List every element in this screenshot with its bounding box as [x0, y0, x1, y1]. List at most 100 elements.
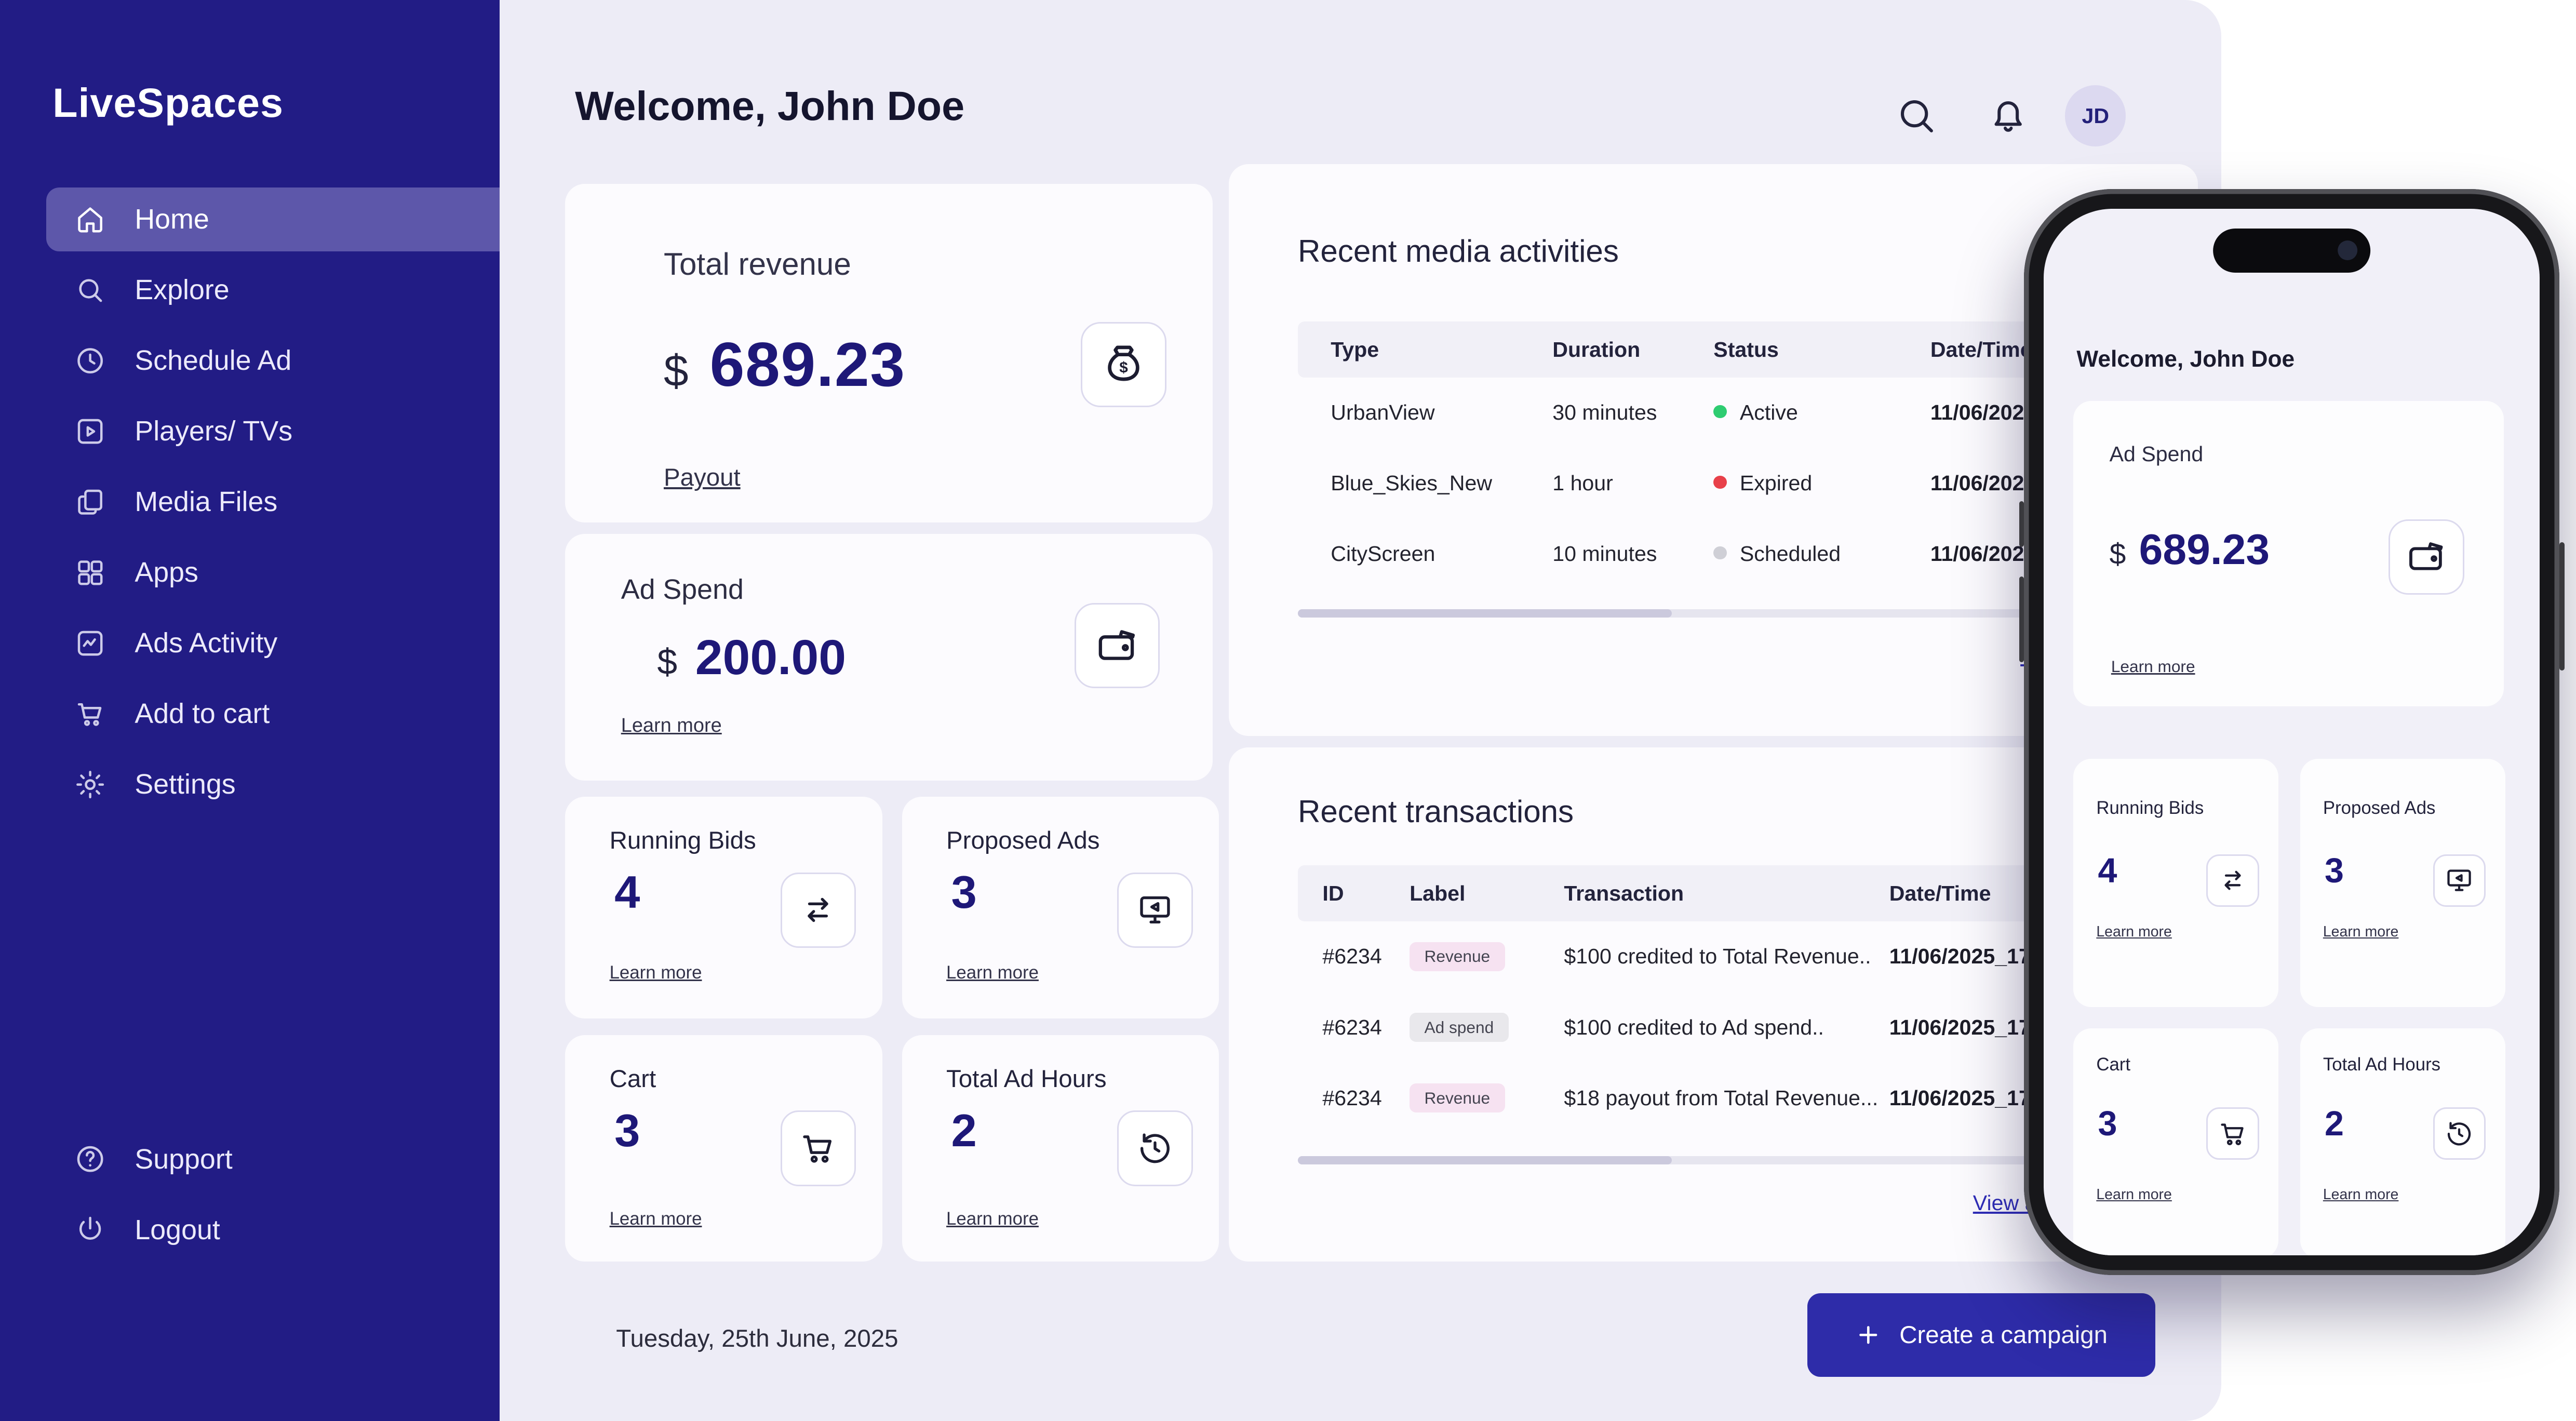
cell-label: Ad spend: [1410, 1013, 1564, 1042]
phone-cart-card: Cart 3 Learn more: [2073, 1028, 2278, 1255]
table-row[interactable]: UrbanView 30 minutes Active 11/06/2025_1…: [1298, 378, 2129, 448]
label-badge: Revenue: [1410, 1083, 1505, 1112]
ad-spend-amount: $ 200.00: [657, 629, 846, 686]
search-icon: [74, 274, 106, 306]
create-campaign-label: Create a campaign: [1899, 1321, 2108, 1349]
ad-spend-card: Ad Spend $ 200.00 Learn more: [565, 534, 1212, 780]
cell-duration: 1 hour: [1552, 471, 1713, 495]
stat-value: 3: [951, 866, 977, 919]
currency-symbol: $: [657, 641, 677, 682]
sidebar-item-add-to-cart[interactable]: Add to cart: [46, 682, 500, 746]
view-all-activities: View all a...: [1298, 644, 2129, 668]
card-title: Total Ad Hours: [946, 1065, 1107, 1093]
card-title: Ad Spend: [621, 573, 744, 606]
sidebar: LiveSpaces Home Explore Schedule Ad Play…: [0, 0, 500, 1421]
table-row[interactable]: Blue_Skies_New 1 hour Expired 11/06/2025…: [1298, 448, 2129, 519]
sidebar-item-logout[interactable]: Logout: [46, 1198, 500, 1262]
learn-more-link[interactable]: Learn more: [610, 1209, 702, 1229]
learn-more-link[interactable]: Learn more: [2111, 657, 2195, 676]
page-title: Welcome, John Doe: [575, 82, 964, 130]
sidebar-item-schedule-ad[interactable]: Schedule Ad: [46, 329, 500, 393]
table-row[interactable]: #6234 Revenue $18 payout from Total Reve…: [1298, 1063, 2129, 1133]
create-campaign-button[interactable]: Create a campaign: [1807, 1293, 2156, 1377]
phone-camera-icon: [2338, 240, 2357, 260]
table-header: Type Duration Status Date/Time: [1298, 321, 2129, 378]
cell-duration: 30 minutes: [1552, 400, 1713, 425]
cart-icon: [781, 1110, 856, 1186]
search-icon[interactable]: [1894, 93, 1938, 138]
amount-value: 689.23: [2139, 526, 2270, 574]
learn-more-link[interactable]: Learn more: [2096, 1186, 2172, 1203]
cell-status: Expired: [1713, 471, 1930, 495]
sidebar-item-settings[interactable]: Settings: [46, 753, 500, 816]
horizontal-scrollbar[interactable]: [1298, 609, 2129, 618]
sidebar-item-apps[interactable]: Apps: [46, 541, 500, 605]
label-badge: Revenue: [1410, 942, 1505, 971]
gear-icon: [74, 768, 106, 801]
cart-card: Cart 3 Learn more: [565, 1035, 882, 1262]
total-ad-hours-card: Total Ad Hours 2 Learn more: [902, 1035, 1219, 1262]
cell-transaction: $100 credited to Total Revenue..: [1564, 944, 1889, 969]
learn-more-link[interactable]: Learn more: [2323, 923, 2399, 941]
sidebar-item-ads-activity[interactable]: Ads Activity: [46, 611, 500, 675]
sidebar-item-explore[interactable]: Explore: [46, 258, 500, 322]
phone-page-title: Welcome, John Doe: [2076, 346, 2295, 372]
media-files-icon: [74, 486, 106, 518]
main-content: Welcome, John Doe JD Total revenue $ 689…: [500, 0, 2221, 1421]
sidebar-item-label: Explore: [135, 274, 229, 306]
stat-value: 3: [2098, 1104, 2117, 1144]
status-dot: [1713, 405, 1726, 418]
sidebar-item-media-files[interactable]: Media Files: [46, 470, 500, 534]
horizontal-scrollbar[interactable]: [1298, 1156, 2129, 1164]
swap-icon: [781, 873, 856, 948]
avatar[interactable]: JD: [2065, 85, 2126, 146]
play-square-icon: [74, 415, 106, 448]
column-header: Label: [1410, 881, 1564, 906]
currency-symbol: $: [664, 346, 689, 397]
status-dot: [1713, 476, 1726, 489]
phone-notch: [2213, 229, 2371, 273]
learn-more-link[interactable]: Learn more: [2323, 1186, 2399, 1203]
phone-side-button: [2559, 542, 2564, 671]
ad-monitor-icon: [1117, 873, 1193, 948]
cart-icon: [2206, 1107, 2259, 1160]
sidebar-item-label: Support: [135, 1143, 232, 1175]
page: LiveSpaces Home Explore Schedule Ad Play…: [0, 0, 2576, 1421]
sidebar-item-players-tvs[interactable]: Players/ TVs: [46, 399, 500, 463]
history-icon: [2433, 1107, 2486, 1160]
card-title: Cart: [2096, 1055, 2130, 1075]
swap-icon: [2206, 854, 2259, 907]
table-row[interactable]: #6234 Revenue $100 credited to Total Rev…: [1298, 921, 2129, 992]
phone-ad-spend-amount: $ 689.23: [2110, 526, 2270, 574]
table-row[interactable]: #6234 Ad spend $100 credited to Ad spend…: [1298, 992, 2129, 1063]
phone-screen: Welcome, John Doe Ad Spend $ 689.23 Lear…: [2044, 209, 2540, 1255]
label-badge: Ad spend: [1410, 1013, 1509, 1042]
payout-link[interactable]: Payout: [664, 463, 741, 492]
history-icon: [1117, 1110, 1193, 1186]
learn-more-link[interactable]: Learn more: [621, 715, 722, 737]
sidebar-item-label: Apps: [135, 556, 198, 588]
cell-status: Active: [1713, 400, 1930, 425]
sidebar-item-support[interactable]: Support: [46, 1127, 500, 1191]
card-title: Running Bids: [610, 826, 756, 855]
learn-more-link[interactable]: Learn more: [946, 963, 1039, 983]
notifications-bell-icon[interactable]: [1986, 92, 2030, 136]
learn-more-link[interactable]: Learn more: [946, 1209, 1039, 1229]
cell-label: Revenue: [1410, 1083, 1564, 1112]
cart-icon: [74, 698, 106, 730]
sidebar-item-home[interactable]: Home: [46, 187, 500, 251]
learn-more-link[interactable]: Learn more: [2096, 923, 2172, 941]
scrollbar-thumb[interactable]: [1298, 609, 1672, 618]
scrollbar-thumb[interactable]: [1298, 1156, 1672, 1164]
power-icon: [74, 1213, 106, 1246]
cell-duration: 10 minutes: [1552, 542, 1713, 566]
phone-mockup: Welcome, John Doe Ad Spend $ 689.23 Lear…: [2024, 189, 2559, 1275]
ad-monitor-icon: [2433, 854, 2486, 907]
sidebar-item-label: Media Files: [135, 486, 277, 518]
card-title: Proposed Ads: [946, 826, 1099, 855]
status-dot: [1713, 546, 1726, 559]
sidebar-nav: Home Explore Schedule Ad Players/ TVs Me…: [0, 187, 500, 816]
phone-ad-spend-card: Ad Spend $ 689.23 Learn more: [2073, 401, 2504, 706]
table-row[interactable]: CityScreen 10 minutes Scheduled 11/06/20…: [1298, 519, 2129, 589]
learn-more-link[interactable]: Learn more: [610, 963, 702, 983]
